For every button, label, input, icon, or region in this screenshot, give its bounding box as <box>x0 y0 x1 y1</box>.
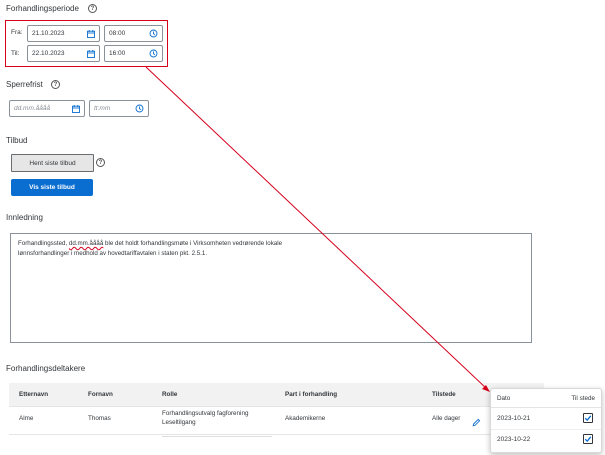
popover-row-divider <box>491 429 601 430</box>
annotation-arrow <box>145 66 490 392</box>
present-checkbox-2[interactable] <box>583 434 593 444</box>
popover-col-present: Til stede <box>571 395 595 402</box>
popover-divider <box>491 407 601 408</box>
popover-date-2: 2023-10-22 <box>497 436 531 443</box>
popover-date-1: 2023-10-21 <box>497 415 531 422</box>
popover-col-date: Dato <box>497 395 511 402</box>
checkmark-icon <box>584 415 592 422</box>
attendance-popover: Dato Til stede 2023-10-21 2023-10-22 <box>490 388 602 453</box>
checkmark-icon <box>584 436 592 443</box>
present-checkbox-1[interactable] <box>583 413 593 423</box>
